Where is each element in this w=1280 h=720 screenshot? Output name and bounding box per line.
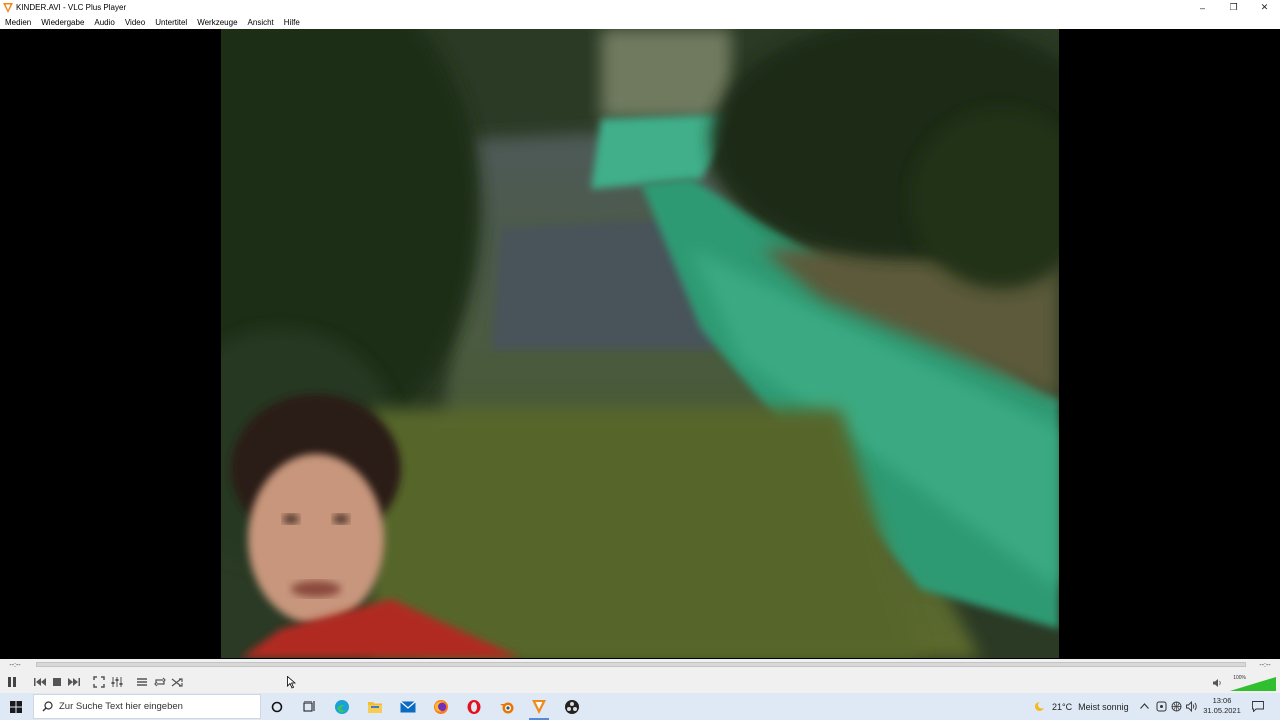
loop-icon <box>154 677 166 686</box>
extended-settings-button[interactable] <box>109 674 125 689</box>
weather-sun-icon <box>1035 701 1045 711</box>
start-button[interactable] <box>0 693 32 720</box>
meet-now-icon[interactable] <box>1156 701 1167 712</box>
obs-button[interactable] <box>560 696 584 717</box>
edge-button[interactable] <box>330 696 354 717</box>
file-explorer-button[interactable] <box>363 696 387 717</box>
playlist-button[interactable] <box>134 674 150 689</box>
network-icon[interactable] <box>1171 701 1182 712</box>
menu-medien[interactable]: Medien <box>5 18 31 27</box>
menu-wiedergabe[interactable]: Wiedergabe <box>41 18 84 27</box>
seek-row: --:-- --:-- <box>0 659 1280 671</box>
windows-logo-icon <box>10 700 22 713</box>
menu-untertitel[interactable]: Untertitel <box>155 18 187 27</box>
firefox-button[interactable] <box>429 696 453 717</box>
previous-icon <box>34 677 46 686</box>
search-placeholder: Zur Suche Text hier eingeben <box>59 701 183 712</box>
window-title: KINDER.AVI - VLC Plus Player <box>16 3 127 12</box>
playlist-icon <box>137 677 147 686</box>
video-area[interactable] <box>0 29 1280 659</box>
clock[interactable]: 13:06 31.05.2021 <box>1202 696 1242 716</box>
opera-button[interactable] <box>462 696 486 717</box>
search-icon <box>42 701 53 712</box>
blender-icon <box>500 702 514 713</box>
taskbar: Zur Suche Text hier eingeben 21°C Meist … <box>0 693 1280 720</box>
video-image <box>221 29 1059 658</box>
vlc-icon <box>532 699 546 714</box>
menu-ansicht[interactable]: Ansicht <box>248 18 274 27</box>
speaker-icon[interactable] <box>1213 679 1222 687</box>
weather-temperature: 21°C <box>1052 701 1073 712</box>
menu-werkzeuge[interactable]: Werkzeuge <box>197 18 237 27</box>
taskbar-search-box[interactable]: Zur Suche Text hier eingeben <box>33 694 261 719</box>
shuffle-button[interactable] <box>169 674 185 689</box>
extended-settings-icon <box>111 676 123 687</box>
shuffle-icon <box>171 677 183 687</box>
pause-icon <box>8 676 16 687</box>
previous-button[interactable] <box>32 674 48 689</box>
seek-slider[interactable] <box>36 662 1246 667</box>
video-frame[interactable] <box>221 29 1059 658</box>
next-icon <box>68 677 80 686</box>
cortana-button[interactable] <box>265 696 289 717</box>
task-view-button[interactable] <box>297 696 321 717</box>
weather-description: Meist sonnig <box>1078 701 1129 712</box>
app-logo-icon <box>3 2 13 13</box>
loop-button[interactable] <box>152 674 168 689</box>
fullscreen-button[interactable] <box>91 674 107 689</box>
obs-icon <box>565 699 579 714</box>
vlc-taskbar-button[interactable] <box>527 696 551 720</box>
mail-icon <box>400 700 416 712</box>
task-view-icon <box>303 700 314 711</box>
close-button[interactable]: ✕ <box>1249 0 1280 15</box>
menu-hilfe[interactable]: Hilfe <box>284 18 300 27</box>
minimize-button[interactable]: – <box>1187 0 1218 15</box>
title-bar: KINDER.AVI - VLC Plus Player – ❐ ✕ <box>0 0 1280 15</box>
pause-button[interactable] <box>4 674 20 689</box>
menu-video[interactable]: Video <box>125 18 145 27</box>
time-total: --:-- <box>1259 661 1271 669</box>
restore-button[interactable]: ❐ <box>1218 0 1249 15</box>
time-elapsed: --:-- <box>9 661 21 669</box>
mail-button[interactable] <box>396 696 420 717</box>
file-explorer-icon <box>368 701 382 713</box>
notification-center-icon[interactable] <box>1252 701 1264 712</box>
stop-button[interactable] <box>49 674 65 689</box>
menu-bar: Medien Wiedergabe Audio Video Untertitel… <box>0 15 1280 29</box>
menu-audio[interactable]: Audio <box>94 18 114 27</box>
fullscreen-icon <box>93 675 105 688</box>
control-bar: 100% <box>0 671 1280 693</box>
edge-icon <box>335 699 349 714</box>
chevron-up-icon[interactable] <box>1140 703 1149 709</box>
opera-icon <box>467 699 481 714</box>
cortana-icon <box>271 701 283 712</box>
blender-button[interactable] <box>495 696 519 717</box>
next-button[interactable] <box>66 674 82 689</box>
volume-slider[interactable] <box>1230 677 1276 691</box>
volume-tray-icon[interactable] <box>1186 701 1198 712</box>
mouse-cursor-icon <box>287 676 296 689</box>
firefox-icon <box>434 699 448 714</box>
clock-date: 31.05.2021 <box>1203 706 1241 715</box>
weather-widget[interactable]: 21°C Meist sonnig <box>1033 700 1129 713</box>
clock-time: 13:06 <box>1212 696 1232 705</box>
stop-icon <box>53 677 61 686</box>
